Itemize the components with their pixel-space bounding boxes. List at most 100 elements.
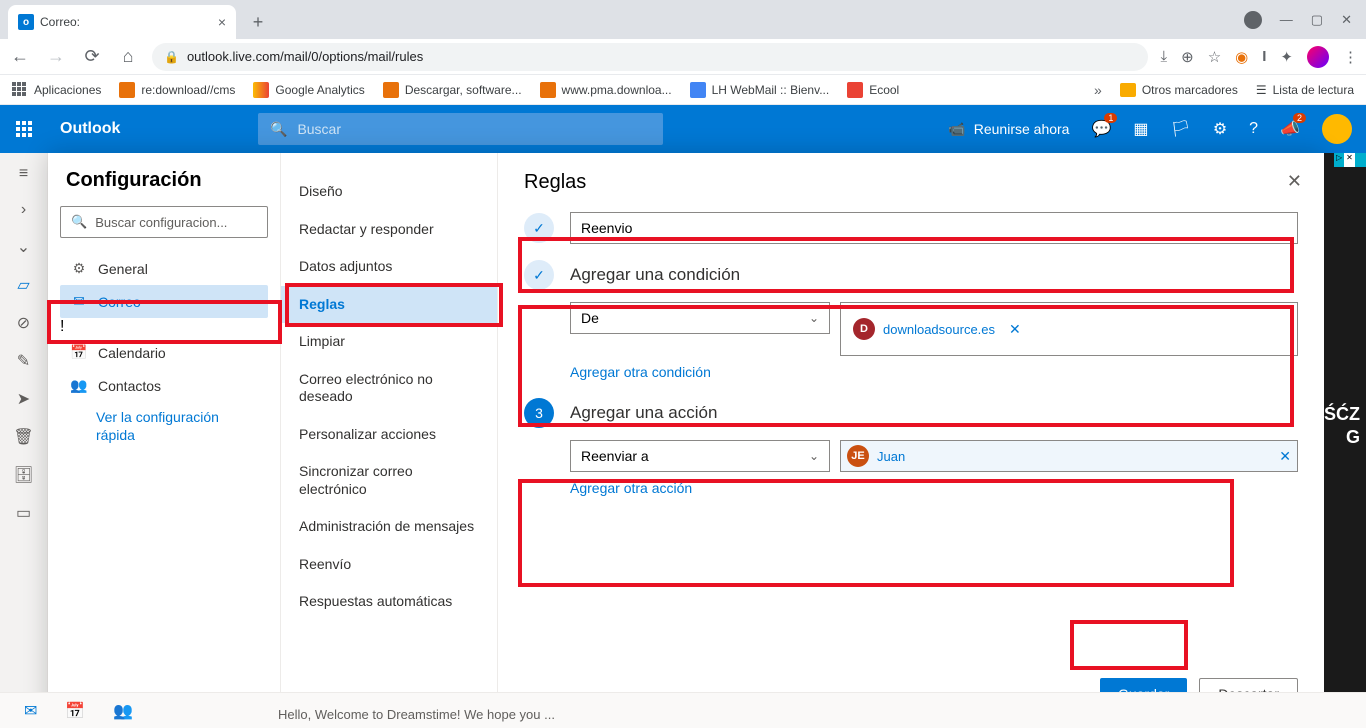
notes-icon[interactable]: ▭ (16, 503, 31, 523)
chrome-avatar[interactable] (1307, 46, 1329, 68)
window-controls: — ▢ ✕ (1244, 0, 1366, 39)
chrome-menu-icon[interactable]: ⋮ (1343, 48, 1358, 66)
rules-title: Reglas (524, 171, 1298, 194)
star-icon[interactable]: ☆ (1208, 48, 1221, 66)
bookmark-ecool[interactable]: Ecool (847, 82, 899, 98)
sub-attachments[interactable]: Datos adjuntos (281, 248, 497, 286)
rule-name-input[interactable] (570, 212, 1298, 244)
install-icon[interactable]: ⤓ (1160, 48, 1167, 65)
bm-icon (119, 82, 135, 98)
left-rail: ≡ › ⌄ ▱ ⊘ ✎ ➤ 🗑 🗄 ▭ (0, 153, 48, 728)
help-icon[interactable]: ? (1249, 120, 1258, 138)
bookmark-otros[interactable]: Otros marcadores (1120, 83, 1238, 97)
nav-calendar[interactable]: 📅Calendario (60, 336, 268, 369)
blocked-icon[interactable]: ⊘ (17, 313, 30, 333)
person-avatar: D (853, 318, 875, 340)
action-people-input[interactable]: JE Juan ✕ (840, 440, 1298, 472)
remove-person-icon[interactable]: ✕ (1009, 321, 1021, 338)
bookmark-descargar[interactable]: Descargar, software... (383, 82, 522, 98)
gear-icon: ⚙ (70, 260, 88, 277)
extensions-icon[interactable]: ✦ (1280, 48, 1293, 66)
settings-modal: Configuración 🔍 Buscar configuracion... … (48, 153, 1324, 728)
bookmark-lista[interactable]: ☰Lista de lectura (1256, 83, 1354, 97)
check-icon: ✓ (533, 267, 545, 284)
bookmark-apps[interactable]: Aplicaciones (12, 82, 101, 98)
home-icon[interactable]: ⌂ (116, 46, 140, 67)
send-icon[interactable]: ➤ (17, 389, 30, 409)
chevron-right-icon[interactable]: › (21, 201, 26, 219)
trash-icon[interactable]: 🗑 (13, 427, 33, 447)
skype-icon[interactable]: 💬1 (1091, 119, 1111, 139)
extension-i-icon[interactable]: I (1262, 48, 1266, 65)
profile-avatar[interactable] (1322, 114, 1352, 144)
maximize-icon[interactable]: ▢ (1311, 12, 1323, 28)
bookmark-analytics[interactable]: Google Analytics (253, 82, 364, 98)
add-action-link[interactable]: Agregar otra acción (570, 480, 692, 496)
browser-tab[interactable]: o Correo: × (8, 5, 236, 39)
sub-sync[interactable]: Sincronizar correo electrónico (281, 453, 497, 508)
close-window-icon[interactable]: ✕ (1341, 12, 1352, 28)
search-icon: 🔍 (71, 214, 87, 230)
condition-select[interactable]: De ⌄ (570, 302, 830, 334)
sub-design[interactable]: Diseño (281, 173, 497, 211)
outbox-icon[interactable]: 🏳 (1171, 119, 1191, 139)
sub-custom-actions[interactable]: Personalizar acciones (281, 416, 497, 454)
feedback-icon[interactable]: 📣2 (1280, 119, 1300, 139)
quick-settings-link[interactable]: Ver la configuración rápida (60, 402, 268, 444)
sub-forwarding[interactable]: Reenvío (281, 546, 497, 584)
mail-module-icon[interactable]: ✉ (24, 701, 37, 721)
teams-icon[interactable]: ▦ (1133, 119, 1148, 139)
sub-msg-admin[interactable]: Administración de mensajes (281, 508, 497, 546)
nav-people[interactable]: 👥Contactos (60, 369, 268, 402)
ad-strip: ▷✕ ŚĆZG (1324, 153, 1366, 728)
sub-auto-replies[interactable]: Respuestas automáticas (281, 583, 497, 621)
settings-search[interactable]: 🔍 Buscar configuracion... (60, 206, 268, 238)
inbox-icon[interactable]: ▱ (17, 275, 29, 295)
bookmark-webmail[interactable]: LH WebMail :: Bienv... (690, 82, 830, 98)
chevron-down-icon[interactable]: ⌄ (17, 237, 30, 257)
extension-icon[interactable]: ◉ (1235, 48, 1248, 66)
add-condition-link[interactable]: Agregar otra condición (570, 364, 711, 380)
archive-icon[interactable]: 🗄 (13, 465, 33, 485)
person-avatar: JE (847, 445, 869, 467)
calendar-icon: 📅 (70, 344, 88, 361)
chevron-down-icon: ⌄ (809, 449, 819, 463)
search-box[interactable]: 🔍 (258, 113, 663, 145)
calendar-module-icon[interactable]: 📅 (65, 701, 85, 721)
remove-person-icon[interactable]: ✕ (1279, 448, 1291, 465)
sub-rules[interactable]: Reglas (281, 286, 497, 324)
nav-general[interactable]: ⚙General (60, 252, 268, 285)
list-icon: ☰ (1256, 83, 1267, 97)
bookmarks-overflow-icon[interactable]: » (1094, 82, 1102, 98)
profile-indicator-icon[interactable] (1244, 11, 1262, 29)
app-launcher[interactable] (0, 121, 48, 137)
condition-people-input[interactable]: D downloadsource.es ✕ (840, 302, 1298, 356)
tab-close-icon[interactable]: × (218, 14, 226, 30)
tab-title: Correo: (40, 15, 80, 29)
draft-icon[interactable]: ✎ (17, 351, 30, 371)
search-icon: 🔍 (270, 121, 287, 138)
zoom-icon[interactable]: ⊕ (1181, 48, 1194, 66)
people-module-icon[interactable]: 👥 (113, 701, 133, 721)
close-settings-icon[interactable]: ✕ (1287, 171, 1302, 192)
sub-compose[interactable]: Redactar y responder (281, 211, 497, 249)
meet-now-button[interactable]: 📹 Reunirse ahora (948, 121, 1069, 138)
back-icon[interactable]: ← (8, 46, 32, 67)
hamburger-icon[interactable]: ≡ (19, 165, 28, 183)
action-select[interactable]: Reenviar a ⌄ (570, 440, 830, 472)
url-bar[interactable]: 🔒 outlook.live.com/mail/0/options/mail/r… (152, 43, 1148, 71)
nav-mail[interactable]: ✉Correo (60, 285, 268, 318)
outlook-brand[interactable]: Outlook (48, 120, 258, 138)
sub-junk[interactable]: Correo electrónico no deseado (281, 361, 497, 416)
minimize-icon[interactable]: — (1280, 12, 1293, 27)
person-pill: D downloadsource.es ✕ (849, 309, 1025, 349)
reload-icon[interactable]: ⟳ (80, 46, 104, 67)
new-tab-button[interactable]: + (244, 8, 272, 36)
settings-icon[interactable]: ⚙ (1213, 119, 1227, 139)
bm-icon (383, 82, 399, 98)
action-label: Agregar una acción (570, 403, 717, 423)
sub-sweep[interactable]: Limpiar (281, 323, 497, 361)
search-input[interactable] (297, 121, 651, 137)
bookmark-pma[interactable]: www.pma.downloa... (540, 82, 672, 98)
bookmark-redownload[interactable]: re:download//cms (119, 82, 235, 98)
